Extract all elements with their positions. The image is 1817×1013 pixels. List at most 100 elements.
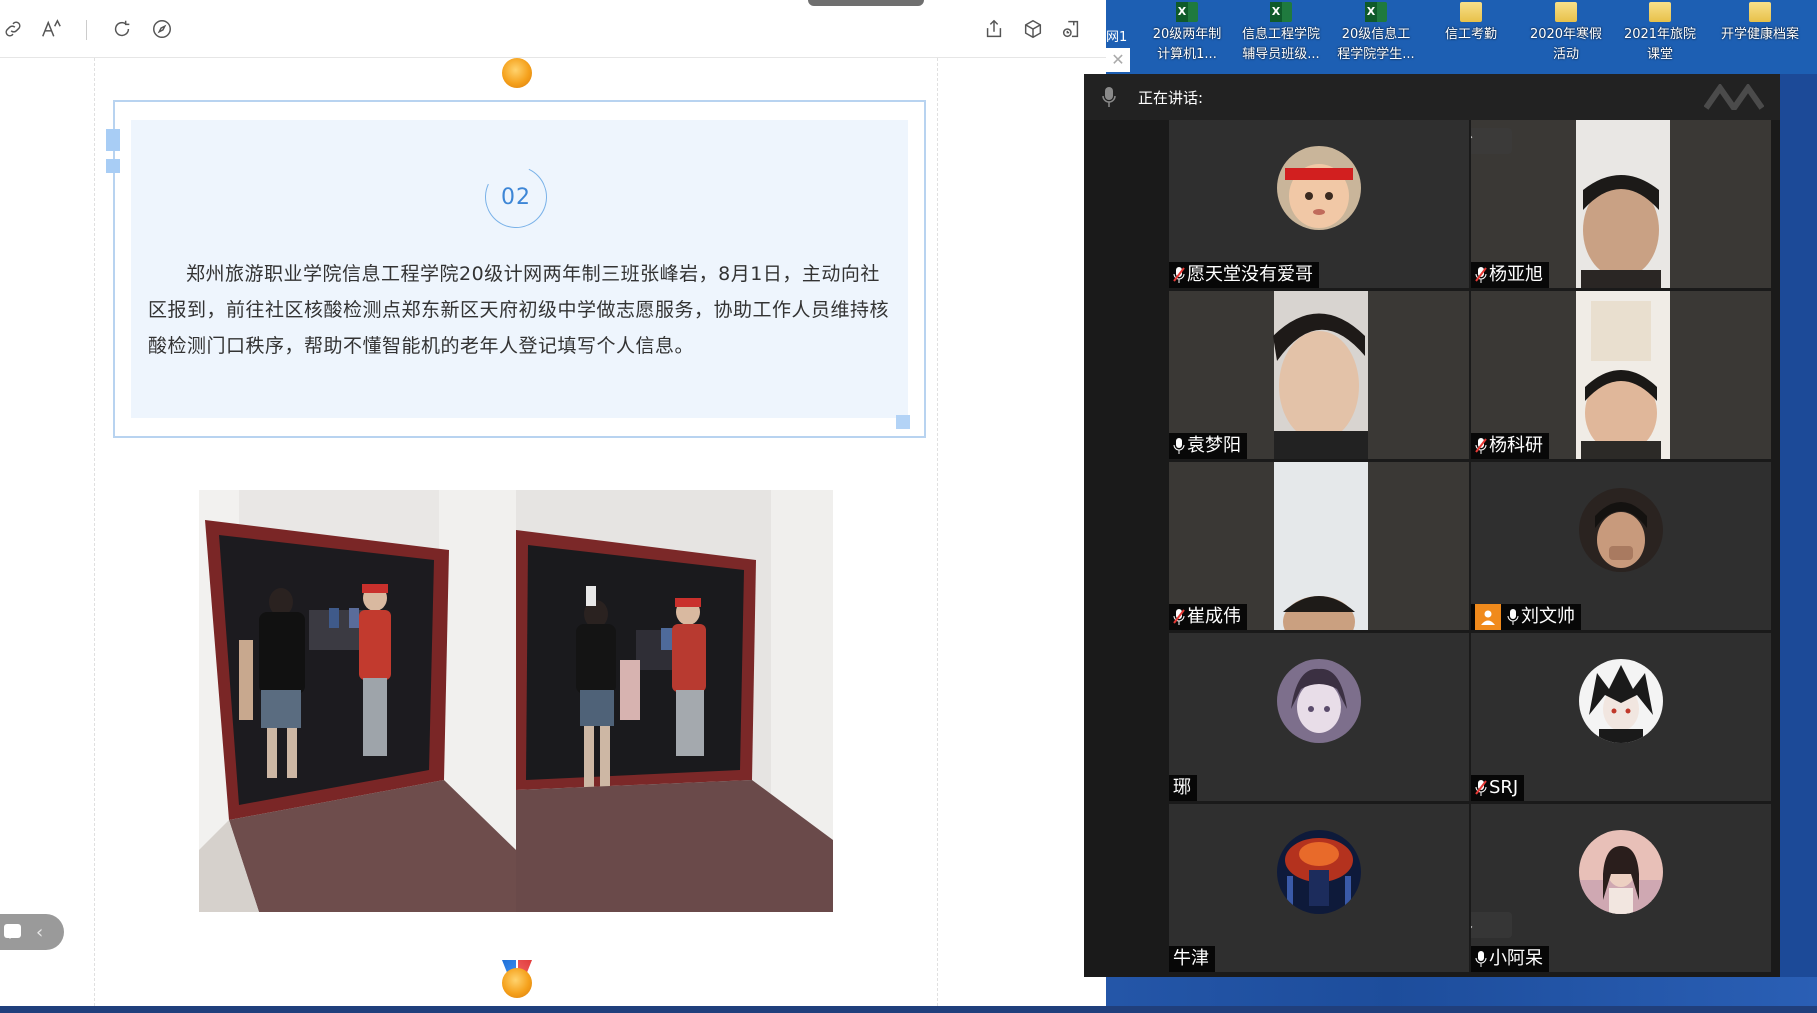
- desktop-folder-3[interactable]: 2021年旅院 课堂: [1614, 0, 1706, 74]
- export-icon[interactable]: [1058, 16, 1084, 42]
- participant-name-tag: 杨科研: [1471, 433, 1549, 459]
- compass-icon[interactable]: [149, 16, 175, 42]
- participant-tile[interactable]: 崔成伟: [1169, 462, 1469, 630]
- link-icon[interactable]: [0, 16, 26, 42]
- participant-tile[interactable]: 愿天堂没有爱哥: [1169, 120, 1469, 288]
- participant-name: 牛津: [1173, 948, 1209, 969]
- participant-name-tag: SRJ: [1471, 775, 1525, 801]
- desktop-background: [1780, 74, 1817, 977]
- participant-name-tag: 愿天堂没有爱哥: [1169, 262, 1319, 288]
- participant-name: 琊: [1173, 777, 1191, 798]
- desktop-folder-label: 2020年寒假: [1529, 27, 1603, 42]
- meeting-window: 正在讲话: 愿天堂没有爱哥 杨亚旭 袁梦阳 杨科研 崔成伟 刘文帅 琊 SRJ …: [1084, 74, 1780, 977]
- participant-tile[interactable]: ⌃ 杨亚旭: [1471, 120, 1771, 288]
- muted-mic-icon: [1475, 267, 1487, 283]
- avatar: [1277, 146, 1361, 230]
- card-decoration: [106, 159, 120, 173]
- desktop-file-3[interactable]: 20级信息工 程学院学生...: [1330, 0, 1422, 74]
- excel-file-icon: [1270, 2, 1292, 22]
- participant-tile[interactable]: ⌄ 小阿呆: [1471, 804, 1771, 972]
- volunteer-photo-right: [516, 490, 833, 912]
- participant-tile[interactable]: 袁梦阳: [1169, 291, 1469, 459]
- desktop-folder-label: 信工考勤: [1444, 27, 1497, 42]
- muted-mic-icon: [1173, 609, 1185, 625]
- participant-name-tag: 杨亚旭: [1471, 262, 1549, 288]
- participant-name: 小阿呆: [1489, 948, 1543, 969]
- desktop-file-label: 20级两年制: [1152, 27, 1222, 42]
- participant-name: 袁梦阳: [1187, 435, 1241, 456]
- desktop-background: [1106, 977, 1817, 1006]
- app-logo-icon: [1704, 84, 1764, 110]
- participant-tile[interactable]: 刘文帅: [1471, 462, 1771, 630]
- desktop-file-label: 程学院学生...: [1337, 47, 1415, 62]
- participant-name-tag: 刘文帅: [1471, 604, 1581, 630]
- participant-name: 杨科研: [1489, 435, 1543, 456]
- participant-tile[interactable]: 杨科研: [1471, 291, 1771, 459]
- volunteer-photo-left: [199, 490, 516, 912]
- participant-name: 愿天堂没有爱哥: [1187, 264, 1313, 285]
- mic-icon: [1507, 609, 1519, 625]
- font-size-icon[interactable]: [38, 16, 64, 42]
- share-icon[interactable]: [981, 16, 1007, 42]
- desktop-file-label: 信息工程学院: [1241, 27, 1320, 42]
- close-icon[interactable]: ✕: [1106, 48, 1130, 72]
- avatar: [1579, 659, 1663, 743]
- refresh-icon[interactable]: [109, 16, 135, 42]
- speaking-label: 正在讲话:: [1138, 89, 1204, 107]
- desktop-folder-label: 课堂: [1646, 47, 1673, 62]
- scroll-up-button[interactable]: ⌃: [1471, 128, 1512, 154]
- desktop-folder-4[interactable]: 开学健康档案: [1710, 0, 1810, 74]
- window-tab-handle[interactable]: [808, 0, 924, 6]
- chat-icon: [4, 924, 21, 939]
- participant-tile[interactable]: 琊: [1169, 633, 1469, 801]
- muted-mic-icon: [1173, 267, 1185, 283]
- desktop-folder-1[interactable]: 信工考勤: [1425, 0, 1517, 74]
- toolbar-divider: [86, 20, 87, 40]
- document-editor: 02 郑州旅游职业学院信息工程学院20级计网两年制三班张峰岩，8月1日，主动向社…: [0, 0, 1106, 1006]
- cube-icon[interactable]: [1020, 16, 1046, 42]
- card-paragraph: 郑州旅游职业学院信息工程学院20级计网两年制三班张峰岩，8月1日，主动向社区报到…: [148, 263, 890, 357]
- chevron-left-icon: ‹: [36, 922, 44, 943]
- folder-icon: [1555, 2, 1577, 22]
- muted-mic-icon: [1475, 780, 1487, 796]
- folder-icon: [1649, 2, 1671, 22]
- participant-name-tag: 琊: [1169, 775, 1197, 801]
- desktop-file-label: 20级信息工: [1341, 27, 1411, 42]
- comment-sidebar-toggle[interactable]: ‹: [0, 914, 64, 950]
- participant-name: 杨亚旭: [1489, 264, 1543, 285]
- excel-file-icon: [1176, 2, 1198, 22]
- participant-name-tag: 崔成伟: [1169, 604, 1247, 630]
- medal-icon: [502, 58, 532, 88]
- desktop-folder-label: 活动: [1552, 47, 1579, 62]
- section-number: 02: [501, 184, 531, 210]
- medal-icon: [502, 968, 532, 998]
- participant-name: 崔成伟: [1187, 606, 1241, 627]
- desktop-folder-2[interactable]: 2020年寒假 活动: [1520, 0, 1612, 74]
- folder-icon: [1460, 2, 1482, 22]
- microphone-icon: [1102, 87, 1116, 107]
- participant-tile[interactable]: SRJ: [1471, 633, 1771, 801]
- excel-file-icon: [1365, 2, 1387, 22]
- host-icon: [1475, 604, 1501, 630]
- desktop-file-label: 辅导员班级...: [1242, 47, 1320, 62]
- avatar: [1579, 830, 1663, 914]
- participant-name-tag: 小阿呆: [1471, 946, 1549, 972]
- participant-tile[interactable]: 牛津: [1169, 804, 1469, 972]
- avatar: [1277, 830, 1361, 914]
- card-decoration: [896, 415, 910, 429]
- participant-name-tag: 牛津: [1169, 946, 1215, 972]
- desktop-file-1[interactable]: 20级两年制 计算机1...: [1141, 0, 1233, 74]
- desktop-item-fragment: 网1: [1106, 30, 1128, 45]
- avatar: [1579, 488, 1663, 572]
- desktop-folder-label: 2021年旅院: [1623, 27, 1697, 42]
- desktop-file-2[interactable]: 信息工程学院 辅导员班级...: [1235, 0, 1327, 74]
- desktop-folder-label: 开学健康档案: [1720, 27, 1799, 42]
- scroll-down-button[interactable]: ⌄: [1471, 912, 1512, 938]
- mic-icon: [1475, 951, 1487, 967]
- meeting-header: 正在讲话:: [1084, 74, 1780, 120]
- avatar: [1277, 659, 1361, 743]
- desktop-file-label: 计算机1...: [1157, 47, 1217, 62]
- muted-mic-icon: [1475, 438, 1487, 454]
- mic-icon: [1173, 438, 1185, 454]
- card-decoration: [106, 129, 120, 151]
